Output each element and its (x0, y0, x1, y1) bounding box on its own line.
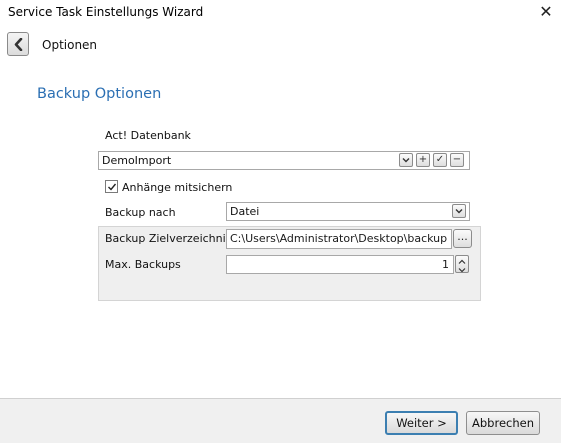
database-remove-button[interactable]: − (450, 153, 464, 167)
max-backups-input[interactable]: 1 (226, 255, 454, 274)
max-backups-label: Max. Backups (105, 258, 181, 271)
chevron-down-icon (455, 209, 463, 214)
chevron-down-icon (402, 158, 410, 163)
title-bar: Service Task Einstellungs Wizard ✕ (0, 0, 561, 26)
attachments-label: Anhänge mitsichern (122, 181, 233, 194)
target-dir-label: Backup Zielverzeichnis (105, 232, 232, 245)
database-combo[interactable]: DemoImport + ✓ − (98, 151, 470, 170)
close-icon[interactable]: ✕ (537, 3, 555, 21)
database-value: DemoImport (102, 154, 172, 167)
database-confirm-button[interactable]: ✓ (433, 153, 447, 167)
page-title: Optionen (42, 38, 98, 52)
attachments-checkbox[interactable] (105, 180, 118, 193)
target-dir-input[interactable]: C:\Users\Administrator\Desktop\backup se… (226, 229, 452, 249)
backup-to-value: Datei (230, 205, 260, 218)
window-title: Service Task Einstellungs Wizard (8, 5, 204, 19)
database-label: Act! Datenbank (105, 129, 191, 142)
wizard-footer: Weiter > Abbrechen (0, 398, 561, 443)
max-backups-spinner[interactable] (455, 255, 469, 273)
database-add-button[interactable]: + (416, 153, 430, 167)
cancel-button[interactable]: Abbrechen (466, 411, 540, 435)
section-title: Backup Optionen (37, 86, 162, 102)
spin-up-icon[interactable] (456, 256, 468, 264)
check-icon (108, 183, 117, 191)
wizard-header: Optionen (0, 26, 561, 64)
browse-button[interactable]: ... (453, 229, 472, 248)
backup-to-label: Backup nach (105, 206, 176, 219)
backup-to-dropdown-button[interactable] (452, 204, 466, 218)
back-button[interactable] (7, 32, 29, 56)
target-dir-value: C:\Users\Administrator\Desktop\backup se… (230, 232, 451, 245)
chevron-left-icon (14, 38, 23, 51)
next-button[interactable]: Weiter > (385, 411, 458, 435)
database-dropdown-button[interactable] (399, 153, 413, 167)
spin-down-icon[interactable] (456, 264, 468, 273)
max-backups-value: 1 (442, 258, 449, 271)
backup-to-combo[interactable]: Datei (226, 202, 470, 221)
